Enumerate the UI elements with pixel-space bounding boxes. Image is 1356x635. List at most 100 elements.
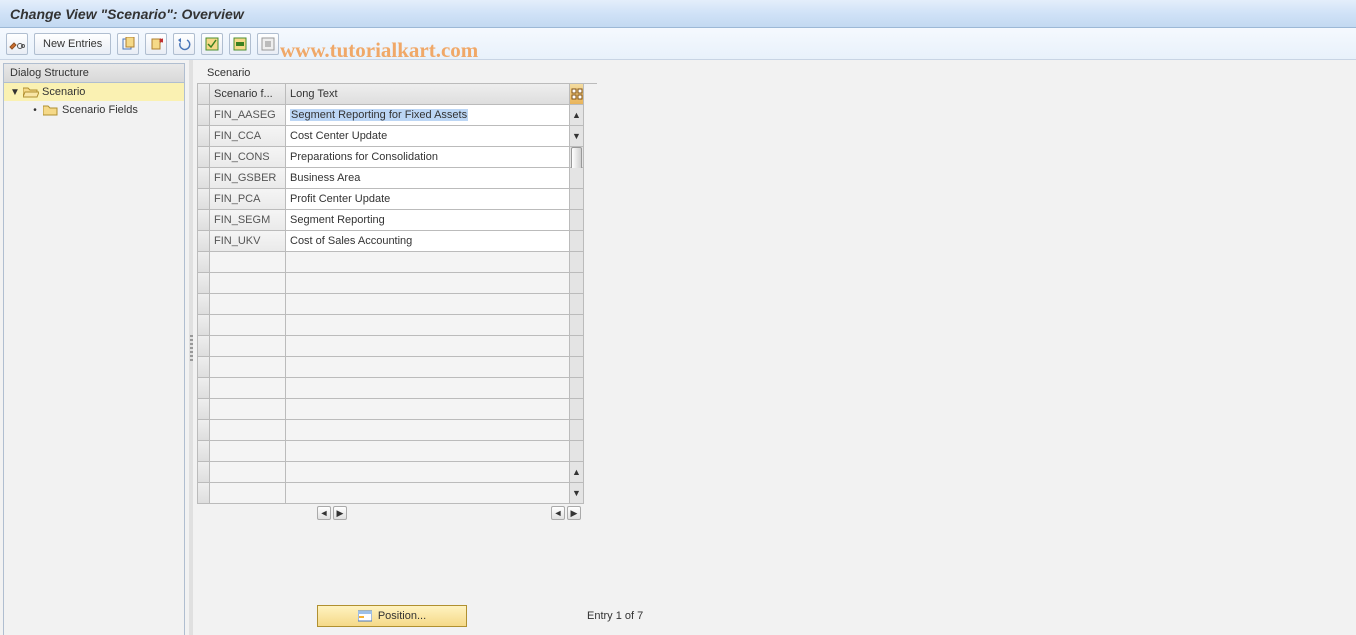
table-cell-empty bbox=[210, 399, 286, 420]
table-cell-empty bbox=[286, 336, 570, 357]
scroll-right-icon[interactable]: ◄ bbox=[551, 506, 565, 520]
table-cell-empty bbox=[286, 399, 570, 420]
table-cell-code[interactable]: FIN_AASEG bbox=[210, 105, 286, 126]
vertical-scrollbar-segment[interactable] bbox=[570, 315, 584, 336]
row-selector[interactable] bbox=[198, 189, 210, 210]
undo-button[interactable] bbox=[173, 33, 195, 55]
dialog-structure-panel: Dialog Structure ▼ Scenario • Scenario F… bbox=[3, 63, 185, 635]
vertical-scrollbar-segment[interactable] bbox=[570, 147, 584, 168]
vertical-scrollbar-segment[interactable]: ▲ bbox=[570, 462, 584, 483]
horizontal-scrollbar[interactable]: ◄ ▶ ◄ ▶ bbox=[197, 504, 597, 522]
folder-open-icon bbox=[23, 86, 39, 98]
table-cell-empty bbox=[210, 462, 286, 483]
table-cell-empty bbox=[210, 441, 286, 462]
delete-button[interactable] bbox=[145, 33, 167, 55]
tree-item-scenario[interactable]: ▼ Scenario bbox=[4, 83, 184, 101]
row-selector[interactable] bbox=[198, 273, 210, 294]
vertical-scrollbar-segment[interactable] bbox=[570, 189, 584, 210]
table-cell-empty bbox=[286, 315, 570, 336]
table-cell-empty bbox=[210, 378, 286, 399]
vertical-scrollbar-segment[interactable] bbox=[570, 420, 584, 441]
vertical-scrollbar-segment[interactable] bbox=[570, 357, 584, 378]
vertical-scrollbar-segment[interactable]: ▲ bbox=[570, 105, 584, 126]
vertical-scrollbar-segment[interactable] bbox=[570, 252, 584, 273]
toggle-view-button[interactable] bbox=[6, 33, 28, 55]
table-cell-text[interactable]: Profit Center Update bbox=[286, 189, 570, 210]
tree-item-scenario-fields[interactable]: • Scenario Fields bbox=[4, 101, 184, 119]
table-cell-text[interactable]: Cost Center Update bbox=[286, 126, 570, 147]
scroll-last-icon[interactable]: ▶ bbox=[567, 506, 581, 520]
vertical-scrollbar-segment[interactable] bbox=[570, 210, 584, 231]
table-cell-empty bbox=[286, 462, 570, 483]
table-cell-code[interactable]: FIN_UKV bbox=[210, 231, 286, 252]
table-cell-code[interactable]: FIN_CONS bbox=[210, 147, 286, 168]
vertical-scrollbar-segment[interactable] bbox=[570, 336, 584, 357]
row-selector[interactable] bbox=[198, 294, 210, 315]
row-selector[interactable] bbox=[198, 252, 210, 273]
row-selector[interactable] bbox=[198, 126, 210, 147]
dialog-structure-header: Dialog Structure bbox=[4, 64, 184, 83]
row-selector[interactable] bbox=[198, 462, 210, 483]
table-cell-code[interactable]: FIN_SEGM bbox=[210, 210, 286, 231]
scroll-first-icon[interactable]: ◄ bbox=[317, 506, 331, 520]
row-selector[interactable] bbox=[198, 210, 210, 231]
vertical-scrollbar-segment[interactable] bbox=[570, 399, 584, 420]
row-selector[interactable] bbox=[198, 378, 210, 399]
deselect-all-button[interactable] bbox=[257, 33, 279, 55]
vertical-scrollbar-segment[interactable] bbox=[570, 441, 584, 462]
vertical-scrollbar-segment[interactable]: ▼ bbox=[570, 126, 584, 147]
application-toolbar: New Entries bbox=[0, 28, 1356, 60]
row-selector[interactable] bbox=[198, 231, 210, 252]
table-cell-text[interactable]: Cost of Sales Accounting bbox=[286, 231, 570, 252]
new-entries-button[interactable]: New Entries bbox=[34, 33, 111, 55]
table-cell-code[interactable]: FIN_PCA bbox=[210, 189, 286, 210]
column-header-longtext[interactable]: Long Text bbox=[286, 84, 570, 105]
position-icon bbox=[358, 609, 372, 623]
row-selector[interactable] bbox=[198, 105, 210, 126]
table-cell-code[interactable]: FIN_GSBER bbox=[210, 168, 286, 189]
table-cell-empty bbox=[210, 294, 286, 315]
table-cell-text[interactable]: Segment Reporting bbox=[286, 210, 570, 231]
select-all-button[interactable] bbox=[201, 33, 223, 55]
table-cell-text[interactable]: Business Area bbox=[286, 168, 570, 189]
table-cell-text[interactable]: Segment Reporting for Fixed Assets bbox=[286, 105, 570, 126]
select-all-icon bbox=[205, 37, 219, 51]
position-button[interactable]: Position... bbox=[317, 605, 467, 627]
row-selector[interactable] bbox=[198, 483, 210, 504]
column-header-scenario[interactable]: Scenario f... bbox=[210, 84, 286, 105]
tree-item-label: Scenario Fields bbox=[62, 104, 138, 116]
row-selector-header[interactable] bbox=[198, 84, 210, 105]
row-selector[interactable] bbox=[198, 168, 210, 189]
vertical-scrollbar-segment[interactable] bbox=[570, 231, 584, 252]
row-selector[interactable] bbox=[198, 399, 210, 420]
table-cell-empty bbox=[210, 357, 286, 378]
row-selector[interactable] bbox=[198, 357, 210, 378]
bullet-icon: • bbox=[30, 105, 40, 116]
table-cell-empty bbox=[210, 420, 286, 441]
vertical-scrollbar-segment[interactable]: ▼ bbox=[570, 483, 584, 504]
table-cell-empty bbox=[210, 315, 286, 336]
table-cell-empty bbox=[286, 357, 570, 378]
deselect-all-icon bbox=[261, 37, 275, 51]
table-config-button[interactable] bbox=[570, 84, 584, 105]
row-selector[interactable] bbox=[198, 147, 210, 168]
vertical-scrollbar-segment[interactable] bbox=[570, 378, 584, 399]
entry-count-text: Entry 1 of 7 bbox=[587, 610, 643, 622]
row-selector[interactable] bbox=[198, 420, 210, 441]
caret-down-icon: ▼ bbox=[10, 87, 20, 98]
select-block-button[interactable] bbox=[229, 33, 251, 55]
table-cell-empty bbox=[286, 294, 570, 315]
vertical-scrollbar-segment[interactable] bbox=[570, 168, 584, 189]
copy-icon bbox=[121, 37, 135, 51]
vertical-scrollbar-segment[interactable] bbox=[570, 294, 584, 315]
vertical-scrollbar-segment[interactable] bbox=[570, 273, 584, 294]
row-selector[interactable] bbox=[198, 315, 210, 336]
table-cell-empty bbox=[286, 441, 570, 462]
new-entries-label: New Entries bbox=[43, 38, 102, 50]
row-selector[interactable] bbox=[198, 441, 210, 462]
row-selector[interactable] bbox=[198, 336, 210, 357]
scroll-left-icon[interactable]: ▶ bbox=[333, 506, 347, 520]
table-cell-text[interactable]: Preparations for Consolidation bbox=[286, 147, 570, 168]
copy-as-button[interactable] bbox=[117, 33, 139, 55]
table-cell-code[interactable]: FIN_CCA bbox=[210, 126, 286, 147]
